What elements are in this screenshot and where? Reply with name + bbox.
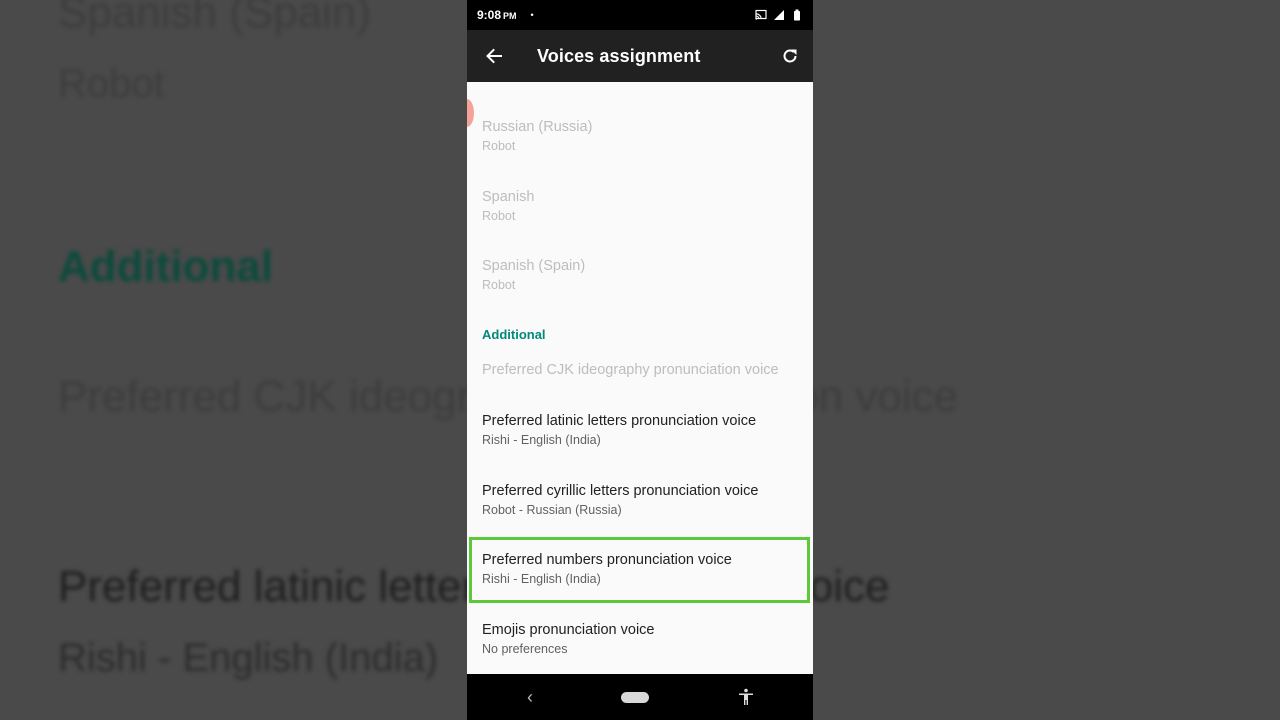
accessibility-icon[interactable] bbox=[737, 688, 755, 706]
list-item[interactable]: Spanish Robot bbox=[482, 189, 807, 223]
item-title: Spanish (Spain) bbox=[482, 258, 586, 274]
item-subtitle: Robot bbox=[482, 139, 516, 153]
section-header-additional: Additional bbox=[482, 327, 546, 342]
item-subtitle: Robot bbox=[482, 209, 516, 223]
phone-screen: 9:08 PM • Voices assignment Russian (Rus… bbox=[467, 0, 813, 720]
item-title: Emojis pronunciation voice bbox=[482, 622, 655, 638]
bg-line: Rishi - English (India) bbox=[58, 636, 439, 680]
item-title: Preferred numbers pronunciation voice bbox=[482, 552, 732, 568]
nav-back-icon[interactable]: ‹ bbox=[527, 687, 533, 708]
page-title: Voices assignment bbox=[537, 45, 701, 66]
item-title: Preferred cyrillic letters pronunciation… bbox=[482, 483, 759, 499]
list-item-cjk[interactable]: Preferred CJK ideography pronunciation v… bbox=[482, 362, 807, 378]
refresh-button[interactable] bbox=[767, 30, 813, 82]
nav-home-icon[interactable] bbox=[621, 691, 649, 703]
list-item-emojis[interactable]: Emojis pronunciation voice No preference… bbox=[482, 622, 807, 656]
list-item-cyrillic[interactable]: Preferred cyrillic letters pronunciation… bbox=[482, 483, 807, 517]
voices-list: Russian (Russia) Robot Spanish Robot Spa… bbox=[467, 82, 813, 674]
status-time: 9:08 PM bbox=[477, 8, 517, 22]
list-item-latinic[interactable]: Preferred latinic letters pronunciation … bbox=[482, 413, 807, 447]
status-bar: 9:08 PM • bbox=[467, 0, 813, 30]
item-title: Russian (Russia) bbox=[482, 119, 593, 135]
item-subtitle: Rishi - English (India) bbox=[482, 572, 601, 586]
bg-line: Robot bbox=[58, 62, 165, 106]
signal-icon bbox=[774, 10, 784, 20]
item-title: Preferred CJK ideography pronunciation v… bbox=[482, 362, 779, 378]
app-bar: Voices assignment bbox=[467, 30, 813, 82]
navigation-bar: ‹ bbox=[467, 674, 813, 720]
back-button[interactable] bbox=[467, 30, 521, 82]
arrow-back-icon bbox=[486, 48, 502, 64]
battery-icon bbox=[794, 9, 800, 21]
item-subtitle: Robot - Russian (Russia) bbox=[482, 503, 622, 517]
item-title: Spanish bbox=[482, 189, 535, 205]
list-item[interactable]: Russian (Russia) Robot bbox=[482, 119, 807, 153]
item-title: Preferred latinic letters pronunciation … bbox=[482, 413, 757, 429]
item-subtitle: Rishi - English (India) bbox=[482, 433, 601, 447]
item-subtitle: No preferences bbox=[482, 642, 568, 656]
list-item[interactable]: Spanish (Spain) Robot bbox=[482, 258, 807, 292]
refresh-icon bbox=[783, 49, 797, 63]
cast-icon bbox=[755, 9, 767, 20]
list-item-numbers[interactable]: Preferred numbers pronunciation voice Ri… bbox=[482, 552, 807, 586]
touch-indicator bbox=[467, 99, 474, 127]
bg-line: Additional bbox=[58, 242, 274, 291]
item-subtitle: Robot bbox=[482, 278, 516, 292]
notification-dot: • bbox=[530, 10, 534, 20]
bg-line: Spanish (Spain) bbox=[58, 0, 372, 37]
